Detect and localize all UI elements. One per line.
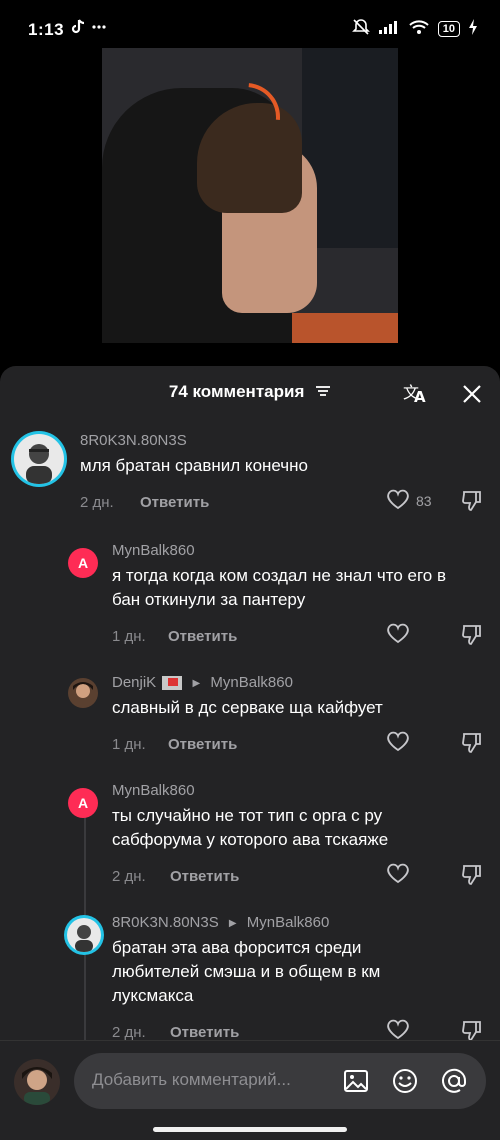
reply-button[interactable]: Ответить	[140, 494, 209, 511]
mention-icon[interactable]	[440, 1067, 468, 1095]
reply-button[interactable]: Ответить	[170, 1024, 239, 1041]
avatar-letter: A	[77, 795, 89, 811]
comments-sheet: 74 комментария 文A 8R0K3N.80N3S мля брата…	[0, 366, 500, 1139]
status-time: 1:13	[28, 20, 65, 39]
tiktok-notification-icon	[70, 18, 110, 41]
comment-reply-item: 8R0K3N.80N3S ▶ MynBalk860 братан эта ава…	[0, 914, 500, 1044]
comment-time: 2 дн.	[112, 1024, 146, 1041]
avatar[interactable]	[14, 434, 64, 484]
reply-target[interactable]: MynBalk860	[210, 674, 293, 691]
comment-reply-item: A MynBalk860 ты случайно не тот тип с ор…	[0, 782, 500, 898]
translate-icon[interactable]: 文A	[402, 380, 428, 406]
comments-count: 74 комментария	[168, 382, 305, 401]
avatar[interactable]: A	[68, 788, 98, 818]
comment-username: 8R0K3N.80N3S ▶ MynBalk860	[112, 914, 329, 931]
comment-reply-item: DenjiK ▶ MynBalk860 славный в дс серваке…	[0, 674, 500, 764]
comment-username[interactable]: 8R0K3N.80N3S	[80, 432, 187, 449]
avatar-letter: A	[77, 555, 89, 571]
comment-text: братан эта ава форсится среди любителей …	[112, 938, 381, 1005]
svg-text:A: A	[414, 388, 426, 406]
comment-input[interactable]: Добавить комментарий...	[74, 1053, 486, 1109]
comment-time: 1 дн.	[112, 736, 146, 753]
status-icons: 10	[351, 18, 478, 39]
like-count: 83	[416, 492, 432, 509]
dislike-icon[interactable]	[460, 862, 484, 886]
wifi-icon	[408, 19, 430, 38]
signal-icon	[378, 19, 400, 38]
dislike-icon[interactable]	[460, 622, 484, 646]
comment-time: 1 дн.	[112, 628, 146, 645]
charging-icon	[468, 19, 478, 38]
heart-icon	[386, 488, 410, 513]
reply-button[interactable]: Ответить	[170, 868, 239, 885]
comment-item: 8R0K3N.80N3S мля братан сравнил конечно …	[0, 430, 500, 530]
reply-arrow-icon: ▶	[228, 917, 237, 929]
comment-input-placeholder: Добавить комментарий...	[92, 1070, 291, 1089]
home-indicator	[153, 1127, 347, 1132]
reply-button[interactable]: Ответить	[168, 628, 237, 645]
flag-icon	[162, 676, 183, 691]
heart-icon[interactable]	[386, 1018, 410, 1040]
reply-arrow-icon: ▶	[192, 677, 201, 689]
like-button[interactable]: 83	[386, 488, 432, 513]
comment-username: DenjiK ▶ MynBalk860	[112, 674, 293, 691]
dislike-icon[interactable]	[460, 1018, 484, 1042]
reply-author[interactable]: DenjiK	[112, 674, 156, 691]
comment-text: я тогда когда ком создал не знал что его…	[112, 566, 446, 609]
comment-text: ты случайно не тот тип с орга с ру сабфо…	[112, 806, 389, 849]
avatar[interactable]	[68, 678, 98, 708]
comment-username[interactable]: MynBalk860	[112, 542, 195, 559]
comment-text: мля братан сравнил конечно	[80, 456, 308, 475]
comments-header: 74 комментария 文A	[0, 366, 500, 422]
dislike-icon[interactable]	[460, 730, 484, 754]
comment-input-bar: Добавить комментарий...	[0, 1040, 500, 1140]
avatar[interactable]	[67, 918, 101, 952]
avatar[interactable]: A	[68, 548, 98, 578]
comment-username[interactable]: MynBalk860	[112, 782, 195, 799]
heart-icon[interactable]	[386, 622, 410, 644]
user-avatar[interactable]	[14, 1059, 60, 1105]
comment-time: 2 дн.	[80, 494, 114, 511]
mute-icon	[351, 18, 370, 39]
heart-icon[interactable]	[386, 730, 410, 752]
sort-icon[interactable]	[315, 383, 331, 403]
comment-reply-item: A MynBalk860 я тогда когда ком создал не…	[0, 542, 500, 658]
heart-icon[interactable]	[386, 862, 410, 884]
comment-time: 2 дн.	[112, 868, 146, 885]
video-preview[interactable]	[102, 48, 398, 343]
battery-level: 10	[437, 20, 460, 37]
reply-button[interactable]: Ответить	[168, 736, 237, 753]
video-background-chair	[277, 313, 398, 343]
emoji-icon[interactable]	[391, 1067, 419, 1095]
dislike-icon[interactable]	[460, 488, 484, 512]
close-icon[interactable]	[460, 382, 484, 406]
reply-target[interactable]: MynBalk860	[247, 914, 330, 931]
reply-author[interactable]: 8R0K3N.80N3S	[112, 914, 219, 931]
comment-text: славный в дс серваке ща кайфует	[112, 698, 383, 717]
image-icon[interactable]	[342, 1067, 370, 1095]
